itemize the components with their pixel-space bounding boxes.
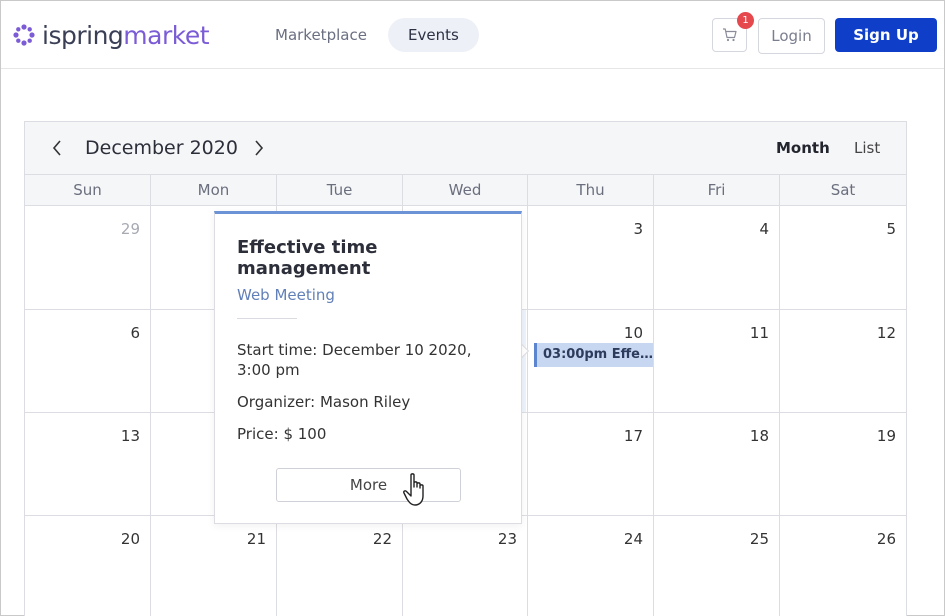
event-price: Price: $ 100	[237, 424, 326, 444]
logo[interactable]: ispringmarket	[12, 19, 210, 51]
nav-marketplace[interactable]: Marketplace	[255, 18, 387, 52]
logo-text: ispringmarket	[42, 20, 210, 50]
price-value: $ 100	[283, 425, 327, 443]
event-chip[interactable]: 03:00pm Effe...	[534, 343, 653, 367]
weekday-label: Thu	[528, 175, 654, 205]
weekday-label: Mon	[151, 175, 277, 205]
divider	[237, 318, 297, 319]
day-number: 23	[497, 530, 517, 548]
prev-month-button[interactable]	[47, 136, 67, 160]
day-cell[interactable]: 29	[25, 206, 151, 310]
event-type: Web Meeting	[237, 286, 335, 304]
day-number: 4	[759, 220, 769, 238]
day-cell[interactable]: 13	[25, 413, 151, 516]
day-number: 18	[749, 427, 769, 445]
day-cell[interactable]: 19	[780, 413, 906, 516]
day-number: 12	[876, 324, 896, 342]
price-label: Price:	[237, 425, 279, 443]
day-cell[interactable]: 23	[403, 516, 528, 616]
day-cell[interactable]: 25	[654, 516, 780, 616]
day-cell[interactable]: 21	[151, 516, 277, 616]
event-title: Effective time management	[237, 237, 378, 279]
day-number: 19	[876, 427, 896, 445]
day-cell[interactable]: 12	[780, 310, 906, 413]
top-header: ispringmarket Marketplace Events 1 Login…	[1, 1, 944, 69]
day-number: 10	[623, 324, 643, 342]
chevron-left-icon	[52, 140, 61, 156]
day-number: 13	[120, 427, 140, 445]
nav-events[interactable]: Events	[388, 18, 479, 52]
cart-icon	[722, 28, 737, 42]
weekday-label: Tue	[277, 175, 403, 205]
day-number: 24	[623, 530, 643, 548]
day-cell[interactable]: 11	[654, 310, 780, 413]
day-cell[interactable]: 5	[780, 206, 906, 310]
chevron-right-icon	[255, 140, 264, 156]
calendar-toolbar: December 2020 Month List	[25, 122, 906, 175]
event-popover: Effective time management Web Meeting St…	[214, 211, 522, 524]
day-cell[interactable]: 20	[25, 516, 151, 616]
logo-icon	[13, 24, 35, 46]
day-cell[interactable]: 26	[780, 516, 906, 616]
day-cell[interactable]: 18	[654, 413, 780, 516]
day-number: 3	[633, 220, 643, 238]
login-button[interactable]: Login	[758, 18, 825, 54]
day-cell[interactable]: 3	[528, 206, 654, 310]
event-start-time: Start time: December 10 2020, 3:00 pm	[237, 340, 497, 380]
event-organizer: Organizer: Mason Riley	[237, 392, 410, 412]
day-number: 21	[246, 530, 266, 548]
signup-button[interactable]: Sign Up	[835, 18, 937, 52]
day-number: 22	[372, 530, 392, 548]
more-button[interactable]: More	[276, 468, 461, 502]
day-number: 26	[876, 530, 896, 548]
weekday-label: Sat	[830, 181, 856, 199]
day-number: 17	[623, 427, 643, 445]
hand-cursor-icon	[403, 473, 424, 506]
cart-count-badge: 1	[737, 12, 754, 29]
day-number: 20	[120, 530, 140, 548]
organizer-label: Organizer:	[237, 393, 316, 411]
organizer-value: Mason Riley	[319, 393, 411, 411]
day-number: 29	[120, 220, 140, 238]
weekday-label: Fri	[654, 175, 780, 205]
day-cell[interactable]: 22	[277, 516, 403, 616]
weekday-label: Wed	[403, 175, 528, 205]
month-title: December 2020	[85, 137, 238, 159]
day-number: 25	[749, 530, 769, 548]
day-number: 6	[130, 324, 140, 342]
day-cell[interactable]: 6	[25, 310, 151, 413]
day-cell[interactable]: 17	[528, 413, 654, 516]
next-month-button[interactable]	[249, 136, 269, 160]
weekday-label: Sun	[25, 175, 151, 205]
start-time-label: Start time:	[237, 341, 318, 359]
day-cell[interactable]: 24	[528, 516, 654, 616]
day-cell[interactable]: 4	[654, 206, 780, 310]
day-number: 11	[749, 324, 769, 342]
weekday-header-row: Sun Mon Tue Wed Thu Fri Sat	[25, 175, 906, 206]
view-month-toggle[interactable]: Month	[776, 138, 830, 158]
view-list-toggle[interactable]: List	[854, 138, 880, 158]
day-number: 5	[886, 220, 896, 238]
